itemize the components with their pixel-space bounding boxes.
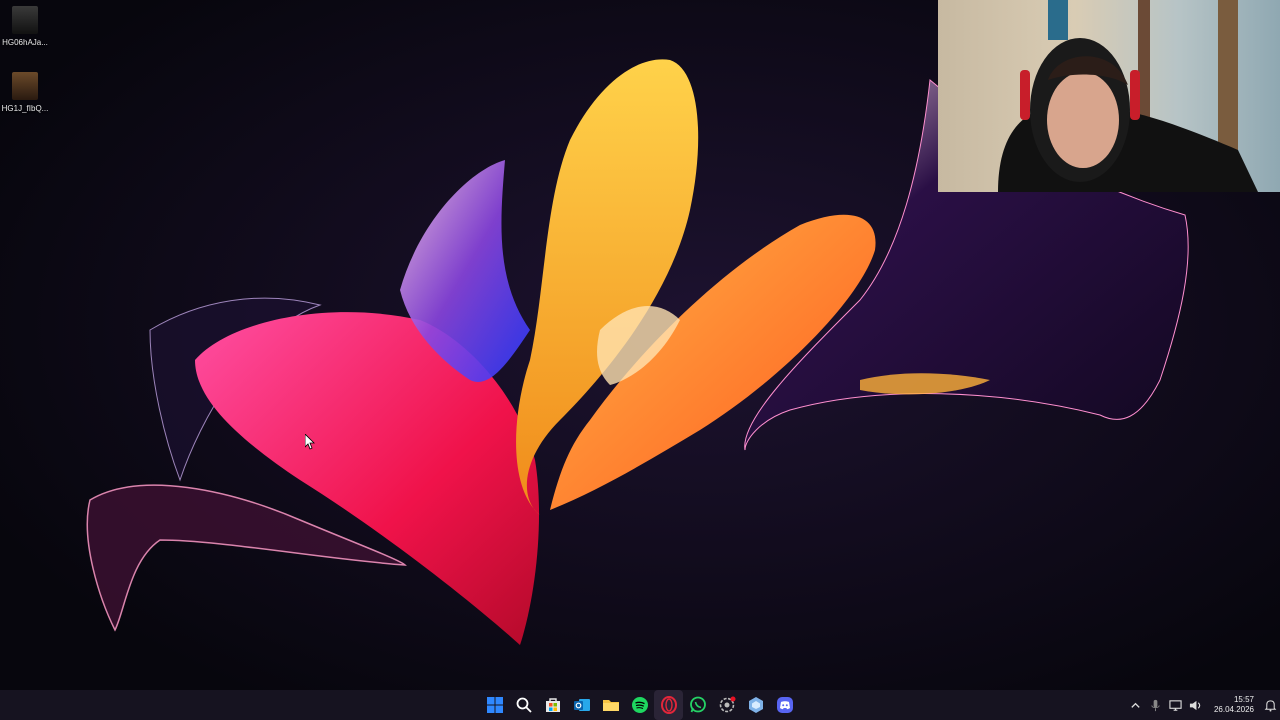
notifications-button[interactable] <box>1260 690 1280 720</box>
opera-icon <box>660 696 677 714</box>
file-explorer-button[interactable] <box>596 690 625 720</box>
desktop-shortcut-label: HG06hAJa... <box>2 38 48 47</box>
outlook-button[interactable] <box>567 690 596 720</box>
microphone-button[interactable] <box>1146 690 1166 720</box>
settings-gear-icon <box>719 696 735 713</box>
network-button[interactable] <box>1166 690 1186 720</box>
whatsapp-button[interactable] <box>683 690 712 720</box>
opera-gx-button[interactable] <box>654 690 683 720</box>
search-button[interactable] <box>509 690 538 720</box>
folder-icon <box>602 700 619 711</box>
webcam-overlay <box>938 0 1280 192</box>
microphone-icon <box>1151 699 1161 711</box>
show-hidden-icons-button[interactable] <box>1126 690 1146 720</box>
desktop-shortcut-1[interactable]: HG06hAJa... <box>0 0 50 47</box>
search-icon <box>516 697 532 713</box>
system-tray: 15:57 26.04.2026 <box>1126 690 1280 720</box>
windows-logo-icon <box>486 697 503 713</box>
outlook-icon <box>573 699 590 711</box>
speaker-icon <box>1190 700 1201 710</box>
start-button[interactable] <box>480 690 509 720</box>
game-thumbnail-icon <box>12 72 38 100</box>
discord-icon <box>776 697 793 713</box>
desktop-shortcut-label: HG1J_fIbQ... <box>1 104 49 113</box>
volume-button[interactable] <box>1186 690 1206 720</box>
store-icon <box>545 698 560 712</box>
game-thumbnail-icon <box>12 6 38 34</box>
discord-button[interactable] <box>770 690 799 720</box>
whatsapp-icon <box>689 696 706 713</box>
taskbar-pinned-apps <box>480 690 799 720</box>
notification-bell-icon <box>1264 699 1276 712</box>
clock-time: 15:57 <box>1233 695 1254 704</box>
app-icon <box>748 697 763 713</box>
desktop-shortcut-2[interactable]: HG1J_fIbQ... <box>0 66 50 113</box>
microsoft-store-button[interactable] <box>538 690 567 720</box>
clock-date: 26.04.2026 <box>1213 705 1254 714</box>
app-blue-button[interactable] <box>741 690 770 720</box>
taskbar-clock[interactable]: 15:57 26.04.2026 <box>1206 695 1260 715</box>
mouse-cursor-icon <box>305 434 315 450</box>
spotify-icon <box>631 697 648 713</box>
taskbar: 15:57 26.04.2026 <box>0 690 1280 720</box>
app-with-notification-button[interactable] <box>712 690 741 720</box>
chevron-up-icon <box>1131 702 1141 708</box>
network-icon <box>1169 699 1183 711</box>
streamer-video-frame <box>998 0 1258 192</box>
spotify-button[interactable] <box>625 690 654 720</box>
